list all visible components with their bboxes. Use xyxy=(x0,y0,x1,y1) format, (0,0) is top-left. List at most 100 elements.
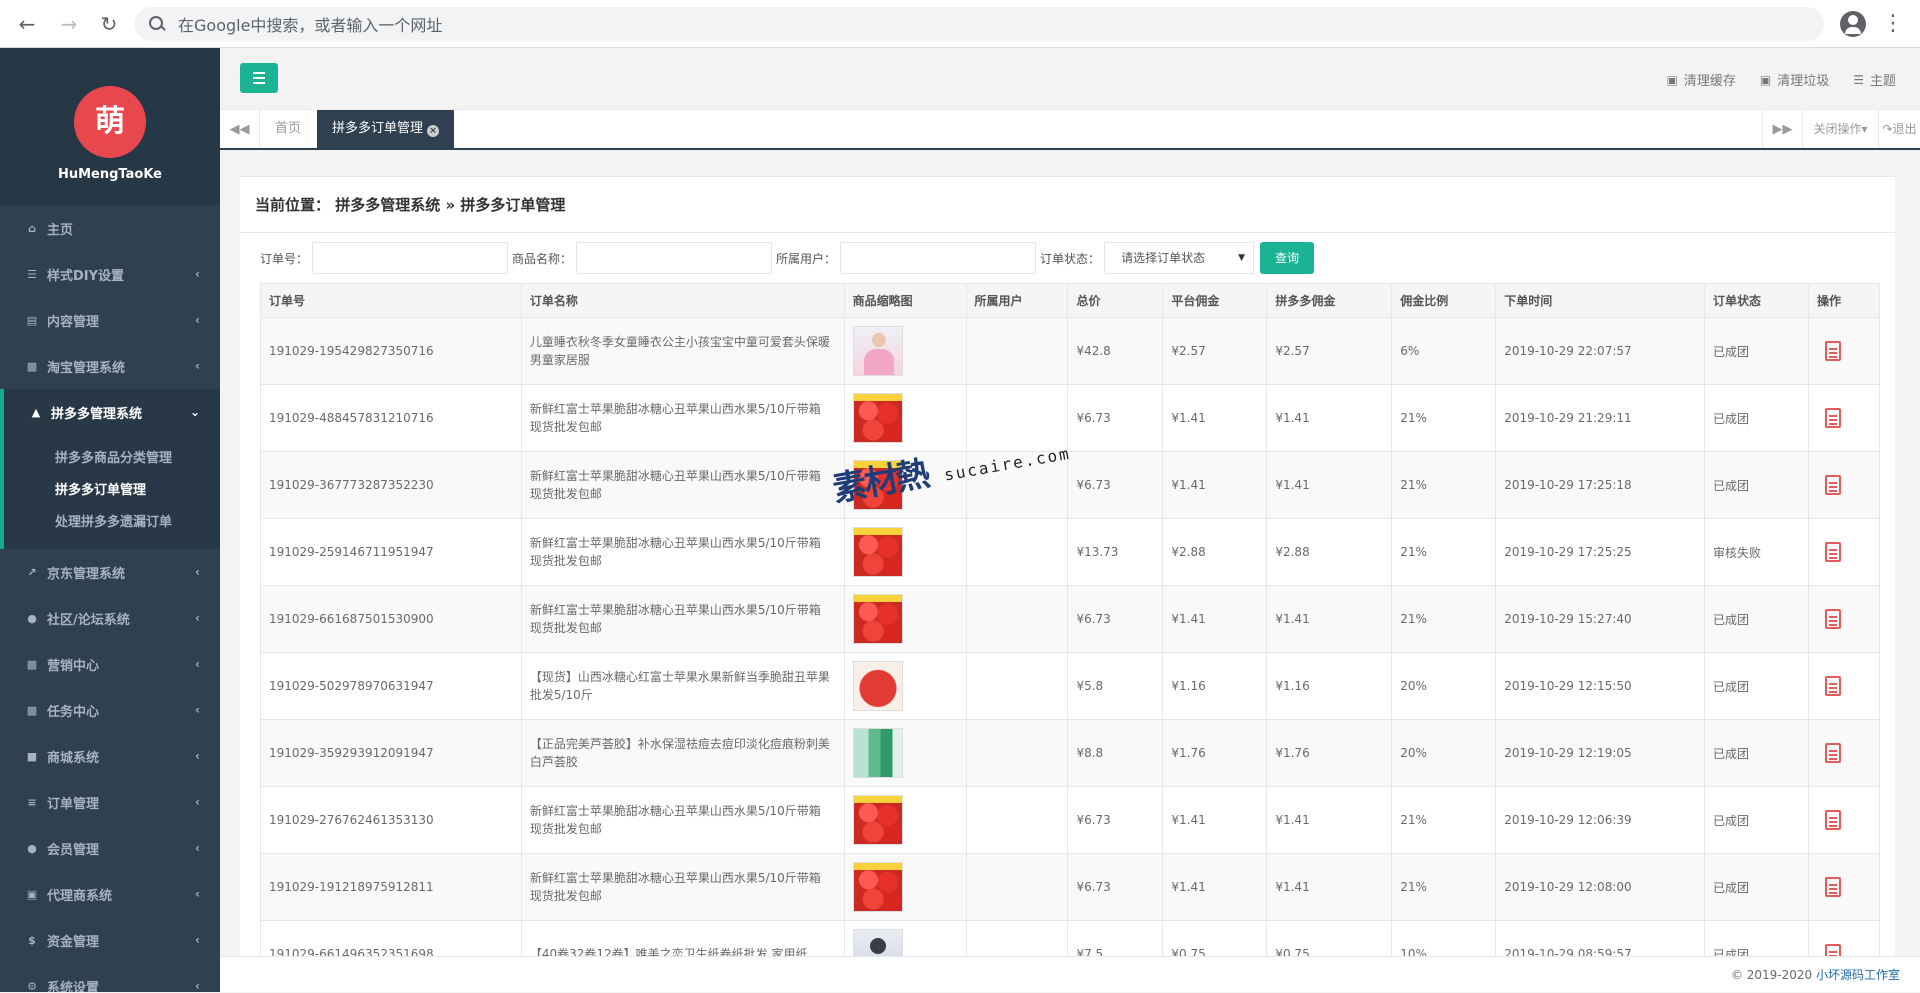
product-thumbnail[interactable] xyxy=(852,527,903,577)
clear-cache-link[interactable]: ▣ 清理缓存 xyxy=(1667,70,1736,90)
document-icon[interactable] xyxy=(1824,408,1841,428)
sidebar-item-label: 营销中心 xyxy=(47,658,100,674)
thumbnail-cell xyxy=(843,585,967,653)
sidebar-item-community[interactable]: ● 社区/论坛系统 ‹ xyxy=(0,595,220,641)
close-ops-dropdown[interactable]: 关闭操作▾ xyxy=(1802,110,1878,148)
studio-link[interactable]: 小坏源码工作室 xyxy=(1816,968,1900,982)
product-thumbnail[interactable] xyxy=(852,393,903,443)
sidebar-item-funds[interactable]: $ 资金管理 ‹ xyxy=(0,917,220,963)
product-thumbnail[interactable] xyxy=(852,326,903,376)
document-icon[interactable] xyxy=(1824,676,1841,696)
cell-user xyxy=(965,853,1069,921)
sidebar-subitem-pdd-category[interactable]: 拼多多商品分类管理 xyxy=(4,443,220,475)
tab-home[interactable]: 首页 xyxy=(260,110,316,148)
product-thumbnail[interactable] xyxy=(852,795,903,845)
order-no-input[interactable] xyxy=(312,242,509,274)
sidebar-submenu-pdd: 拼多多商品分类管理 拼多多订单管理 处理拼多多遗漏订单 xyxy=(0,435,220,549)
sidebar-item-agents[interactable]: ▣ 代理商系统 ‹ xyxy=(0,871,220,917)
sidebar-subitem-pdd-orders[interactable]: 拼多多订单管理 xyxy=(4,475,220,507)
sidebar-toggle-button[interactable] xyxy=(240,63,278,93)
table-row: 191029-191218975912811 新鲜红富士苹果脆甜冰糖心丑苹果山西水… xyxy=(260,853,1881,921)
cell-user xyxy=(965,652,1069,720)
cell-order: 191029-259146711951947 xyxy=(260,518,522,586)
cell-pdd: ¥1.76 xyxy=(1266,719,1393,787)
address-bar[interactable]: 在Google中搜索，或者输入一个网址 xyxy=(134,7,1824,41)
reload-icon[interactable]: ↻ xyxy=(94,10,124,38)
sidebar-item-content[interactable]: ▤ 内容管理 ‹ xyxy=(0,297,220,343)
product-name-input[interactable] xyxy=(576,242,773,274)
chevron-left-icon: ‹ xyxy=(195,359,200,373)
cell-ratio: 10% xyxy=(1391,920,1497,956)
sidebar-item-home[interactable]: ⌂ 主页 xyxy=(0,205,220,251)
chevron-left-icon: ‹ xyxy=(195,267,200,281)
product-thumbnail[interactable] xyxy=(852,728,903,778)
sidebar-item-pdd[interactable]: ▲ 拼多多管理系统 ⌄ xyxy=(0,389,220,435)
document-icon[interactable] xyxy=(1824,877,1841,897)
chevron-left-icon: ‹ xyxy=(195,841,200,855)
document-icon[interactable] xyxy=(1824,743,1841,763)
sidebar-item-marketing[interactable]: ▩ 营销中心 ‹ xyxy=(0,641,220,687)
document-icon[interactable] xyxy=(1824,542,1841,562)
account-icon[interactable] xyxy=(1840,11,1866,37)
product-thumbnail[interactable] xyxy=(852,594,903,644)
cell-name: 新鲜红富士苹果脆甜冰糖心丑苹果山西水果5/10斤带箱现货批发包邮 xyxy=(520,518,845,586)
sidebar-item-style-diy[interactable]: ☰ 样式DIY设置 ‹ xyxy=(0,251,220,297)
clear-trash-link[interactable]: ▣ 清理垃圾 xyxy=(1760,70,1829,90)
logo[interactable]: 萌 xyxy=(74,86,146,158)
back-arrow-icon[interactable]: ← xyxy=(12,10,42,38)
document-icon[interactable] xyxy=(1824,810,1841,830)
more-menu-icon[interactable]: ⋮ xyxy=(1882,10,1904,38)
cell-status: 已成团 xyxy=(1704,585,1809,653)
sidebar-subitem-pdd-missing[interactable]: 处理拼多多遗漏订单 xyxy=(4,507,220,539)
product-thumbnail[interactable] xyxy=(852,661,903,711)
sidebar-item-taobao[interactable]: ▩ 淘宝管理系统 ‹ xyxy=(0,343,220,389)
document-icon[interactable] xyxy=(1824,475,1841,495)
column-header: 下单时间 xyxy=(1495,283,1706,318)
document-icon[interactable] xyxy=(1824,944,1841,956)
close-icon[interactable]: × xyxy=(427,125,440,137)
column-header: 订单号 xyxy=(260,283,522,318)
document-icon[interactable] xyxy=(1824,341,1841,361)
cell-time: 2019-10-29 21:29:11 xyxy=(1495,384,1706,452)
sidebar-item-jd[interactable]: ↗ 京东管理系统 ‹ xyxy=(0,549,220,595)
cell-time: 2019-10-29 15:27:40 xyxy=(1495,585,1706,653)
sidebar-item-settings[interactable]: ⚙ 系统设置 ‹ xyxy=(0,963,220,992)
tab-next-icon[interactable]: ▶▶ xyxy=(1762,110,1802,148)
sidebar-item-orders[interactable]: ≡ 订单管理 ‹ xyxy=(0,779,220,825)
cell-order: 191029-488457831210716 xyxy=(260,384,522,452)
table-row: 191029-488457831210716 新鲜红富士苹果脆甜冰糖心丑苹果山西水… xyxy=(260,384,1881,452)
chevron-down-icon: ⌄ xyxy=(189,405,200,419)
cell-name: 新鲜红富士苹果脆甜冰糖心丑苹果山西水果5/10斤带箱现货批发包邮 xyxy=(520,853,845,921)
chevron-left-icon: ‹ xyxy=(195,611,200,625)
cell-order: 191029-502978970631947 xyxy=(260,652,522,720)
breadcrumb: 当前位置： 拼多多管理系统 » 拼多多订单管理 xyxy=(240,177,1895,233)
user-input[interactable] xyxy=(840,242,1037,274)
sidebar-item-members[interactable]: ● 会员管理 ‹ xyxy=(0,825,220,871)
orders-table: 订单号 订单名称 商品缩略图 所属用户 总价 平台佣金 拼多多佣金 佣金比例 下单时间 订单状态操… xyxy=(260,283,1881,956)
sidebar-item-tasks[interactable]: ▩ 任务中心 ‹ xyxy=(0,687,220,733)
user-icon: ● xyxy=(27,841,37,855)
sidebar-item-label: 资金管理 xyxy=(47,934,100,950)
cell-platform: ¥2.57 xyxy=(1162,317,1268,385)
sidebar-item-label: 订单管理 xyxy=(47,796,100,812)
cell-time: 2019-10-29 17:25:25 xyxy=(1495,518,1706,586)
status-select[interactable]: 请选择订单状态 xyxy=(1104,242,1255,274)
document-icon[interactable] xyxy=(1824,609,1841,629)
tab-prev-icon[interactable]: ◀◀ xyxy=(220,110,260,148)
query-button[interactable]: 查询 xyxy=(1260,242,1315,274)
theme-link[interactable]: ☰ 主题 xyxy=(1853,70,1896,90)
logout-link[interactable]: ↷退出 xyxy=(1878,110,1920,148)
product-thumbnail[interactable] xyxy=(852,929,903,956)
sidebar-item-label: 拼多多管理系统 xyxy=(51,406,143,422)
forward-arrow-icon[interactable]: → xyxy=(54,10,84,38)
thumbnail-cell xyxy=(843,317,967,385)
column-header: 拼多多佣金 xyxy=(1266,283,1393,318)
tab-pdd-orders[interactable]: 拼多多订单管理 × xyxy=(317,110,455,148)
sidebar-item-label: 京东管理系统 xyxy=(47,566,126,582)
cell-user xyxy=(965,518,1069,586)
bar-chart-icon: ▩ xyxy=(26,657,38,671)
action-cell xyxy=(1807,786,1881,854)
cell-ratio: 20% xyxy=(1391,652,1497,720)
sidebar-item-mall[interactable]: ■ 商城系统 ‹ xyxy=(0,733,220,779)
product-thumbnail[interactable] xyxy=(852,862,903,912)
